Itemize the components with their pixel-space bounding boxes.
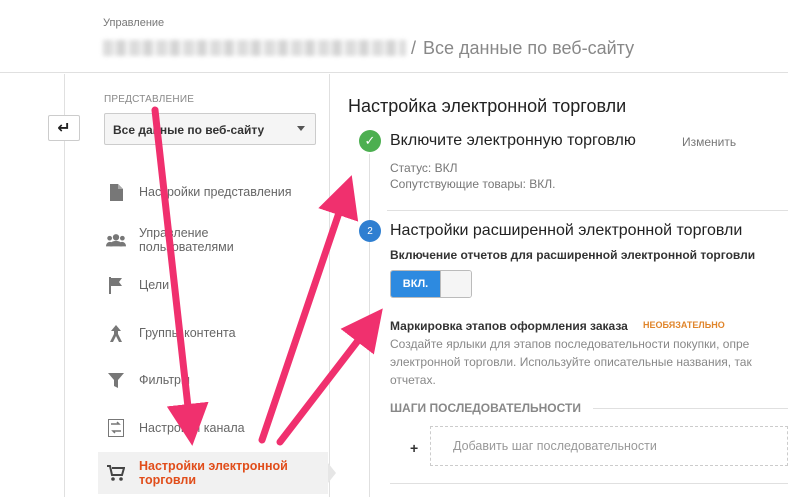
sidebar-item-label: Фильтры <box>139 373 190 387</box>
add-funnel-step-input[interactable]: Добавить шаг последовательности <box>430 426 788 466</box>
checkout-labeling-description: Создайте ярлыки для этапов последователь… <box>390 337 752 387</box>
sidebar-item-label: Управление пользователями <box>139 226 234 254</box>
step2-title: Настройки расширенной электронной торгов… <box>390 222 743 239</box>
checkout-labeling-label: Маркировка этапов оформления заказа <box>390 319 628 333</box>
sidebar-item-label: Настройки канала <box>139 421 245 435</box>
flag-icon <box>106 275 126 295</box>
divider <box>387 210 788 211</box>
view-label: ПРЕДСТАВЛЕНИЕ <box>104 94 195 105</box>
sidebar-item-ecommerce-settings[interactable]: Настройки электронной торговли <box>98 452 336 494</box>
sidebar-item-label: Настройки представления <box>139 185 292 199</box>
back-arrow-icon: ↵ <box>57 120 71 137</box>
channel-icon <box>106 418 126 438</box>
document-icon <box>106 182 126 202</box>
enable-reports-label: Включение отчетов для расширенной электр… <box>390 248 756 262</box>
toggle-knob <box>440 271 471 297</box>
edit-link[interactable]: Изменить <box>682 135 736 149</box>
back-button[interactable]: ↵ <box>48 115 80 141</box>
sidebar-item-view-settings[interactable]: Настройки представления <box>98 170 328 214</box>
toggle-on-label: ВКЛ. <box>391 271 440 297</box>
sidebar-item-filters[interactable]: Фильтры <box>98 358 328 402</box>
sidebar-item-label: Группы контента <box>139 326 236 340</box>
enhanced-ecommerce-toggle[interactable]: ВКЛ. <box>390 270 472 298</box>
ecommerce-settings-panel: Настройка электронной торговли ✓ Включит… <box>331 74 788 497</box>
account-name-blurred <box>103 40 406 56</box>
divider <box>593 408 788 409</box>
step-number-badge: 2 <box>359 220 381 242</box>
breadcrumb[interactable]: Управление <box>103 17 164 29</box>
view-select-value: Все данные по веб-сайту <box>113 123 265 137</box>
page-header: Управление / Все данные по веб-сайту <box>0 0 788 73</box>
optional-badge: НЕОБЯЗАТЕЛЬНО <box>643 320 725 330</box>
view-sidebar: ПРЕДСТАВЛЕНИЕ Все данные по веб-сайту На… <box>98 74 336 497</box>
sidebar-item-content-groups[interactable]: Группы контента <box>98 311 328 355</box>
filter-icon <box>106 370 126 390</box>
status-text: Статус: ВКЛ <box>390 161 458 175</box>
sidebar-item-goals[interactable]: Цели <box>98 263 328 307</box>
sidebar-item-channel-settings[interactable]: Настройки канала <box>98 406 328 450</box>
step1-title: Включите электронную торговлю <box>390 132 636 149</box>
current-view-title: Все данные по веб-сайту <box>423 38 635 58</box>
funnel-steps-label: ШАГИ ПОСЛЕДОВАТЕЛЬНОСТИ <box>390 401 581 415</box>
sidebar-item-label: Цели <box>139 278 170 292</box>
breadcrumb-separator: / <box>411 38 417 58</box>
page-title: Настройка электронной торговли <box>348 96 627 116</box>
divider <box>390 483 788 484</box>
sidebar-item-user-management[interactable]: Управление пользователями <box>98 218 328 262</box>
step1-status: Статус: ВКЛ Сопутствующие товары: ВКЛ. <box>390 160 556 192</box>
sidebar-item-label: Настройки электронной торговли <box>139 459 288 487</box>
related-products-text: Сопутствующие товары: ВКЛ. <box>390 177 556 191</box>
step-connector <box>369 154 370 497</box>
users-icon <box>106 230 126 250</box>
content-group-icon <box>106 323 126 343</box>
view-select[interactable]: Все данные по веб-сайту <box>104 113 316 145</box>
cart-icon <box>106 463 126 483</box>
check-icon: ✓ <box>359 130 381 152</box>
plus-icon[interactable]: + <box>410 440 418 456</box>
chevron-down-icon <box>297 126 305 131</box>
